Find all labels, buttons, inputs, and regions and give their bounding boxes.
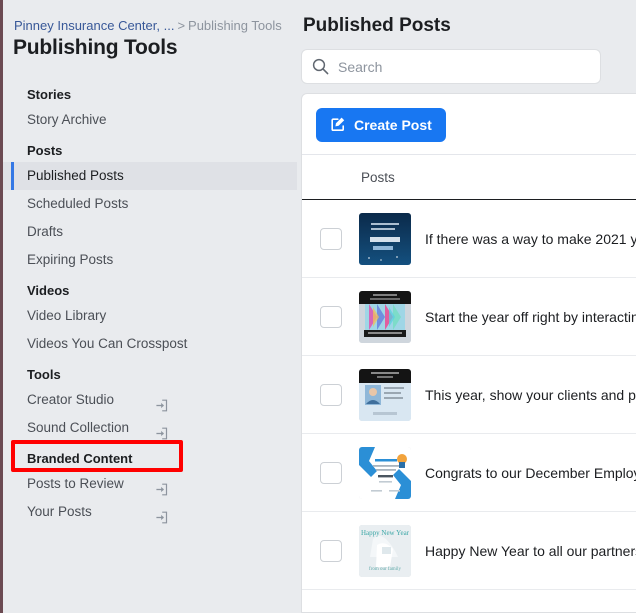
post-select-checkbox[interactable]: [320, 461, 342, 484]
external-link-icon: [155, 478, 168, 495]
sidebar-section-title: Posts: [27, 143, 63, 158]
post-row[interactable]: Congrats to our December Employee: [302, 434, 636, 512]
sidebar-item-label: Expiring Posts: [27, 252, 114, 267]
column-header-posts: Posts: [361, 169, 395, 185]
breadcrumb-parent-link[interactable]: Pinney Insurance Center, ...: [14, 18, 174, 33]
post-select-checkbox[interactable]: [320, 383, 342, 406]
sidebar-item-video-library[interactable]: Video Library: [3, 302, 297, 330]
post-row[interactable]: This year, show your clients and pros: [302, 356, 636, 434]
external-link-icon: [155, 422, 168, 439]
left-nav-panel: Pinney Insurance Center, ... > Publishing …: [3, 0, 297, 613]
compose-icon: [330, 116, 346, 135]
sidebar-item-your-posts[interactable]: Your Posts: [3, 498, 297, 526]
sidebar-item-label: Video Library: [27, 308, 107, 323]
post-text: Start the year off right by interacting: [425, 308, 636, 325]
post-text: Happy New Year to all our partners a: [425, 542, 636, 559]
post-thumbnail: [359, 290, 411, 343]
posts-list: If there was a way to make 2021 you Start…: [302, 200, 636, 590]
sidebar-item-label: Drafts: [27, 224, 64, 239]
sidebar-item-posts-to-review[interactable]: Posts to Review: [3, 470, 297, 498]
sidebar-item-sound-collection[interactable]: Sound Collection: [3, 414, 297, 442]
sidebar-item-label: Published Posts: [27, 168, 124, 183]
sidebar-item-label: Posts to Review: [27, 476, 124, 491]
breadcrumb-current: Publishing Tools: [188, 18, 282, 33]
sidebar-item-label: Sound Collection: [27, 420, 130, 435]
post-text: Congrats to our December Employee: [425, 464, 636, 481]
external-link-icon: [155, 506, 168, 523]
post-select-checkbox[interactable]: [320, 305, 342, 328]
sidebar-section-title: Videos: [27, 283, 70, 298]
card-toolbar: Create Post: [302, 94, 636, 154]
sidebar-item-label: Story Archive: [27, 112, 107, 127]
sidebar-item-label: Your Posts: [27, 504, 92, 519]
post-row[interactable]: If there was a way to make 2021 you: [302, 200, 636, 278]
breadcrumb: Pinney Insurance Center, ... > Publishing …: [14, 18, 282, 34]
search-bar[interactable]: [301, 49, 601, 84]
post-select-checkbox[interactable]: [320, 227, 342, 250]
post-text: If there was a way to make 2021 you: [425, 230, 636, 247]
breadcrumb-separator: >: [177, 18, 186, 33]
sidebar-item-published-posts[interactable]: Published Posts: [3, 162, 297, 190]
window-left-edge: [0, 0, 3, 613]
sidebar-item-drafts[interactable]: Drafts: [3, 218, 297, 246]
svg-text:Happy New Year: Happy New Year: [361, 529, 410, 537]
create-post-label: Create Post: [354, 117, 432, 133]
sidebar-item-label: Creator Studio: [27, 392, 115, 407]
sidebar-item-expiring-posts[interactable]: Expiring Posts: [3, 246, 297, 274]
sidebar-item-scheduled-posts[interactable]: Scheduled Posts: [3, 190, 297, 218]
publishing-tools-screen: Pinney Insurance Center, ... > Publishing …: [0, 0, 636, 613]
sidebar-section-title: Stories: [27, 87, 72, 102]
post-thumbnail: [359, 368, 411, 421]
post-row[interactable]: Start the year off right by interacting: [302, 278, 636, 356]
sidebar-item-story-archive[interactable]: Story Archive: [3, 106, 297, 134]
sidebar-section-title: Tools: [27, 367, 61, 382]
published-posts-panel: Published Posts Search Create Post Posts…: [297, 0, 636, 613]
sidebar-section-title: Branded Content: [27, 451, 133, 466]
post-thumbnail: [359, 212, 411, 265]
post-row[interactable]: Happy New Year from our family Happy New Y…: [302, 512, 636, 590]
post-select-checkbox[interactable]: [320, 539, 342, 562]
svg-text:from our family: from our family: [369, 567, 401, 572]
search-icon: [302, 58, 338, 75]
sidebar-item-label: Scheduled Posts: [27, 196, 129, 211]
sidebar-item-label: Videos You Can Crosspost: [27, 336, 188, 351]
page-title: Publishing Tools: [13, 36, 178, 59]
panel-title: Published Posts: [303, 15, 451, 36]
post-thumbnail: [359, 446, 411, 499]
post-text: This year, show your clients and pros: [425, 386, 636, 403]
sidebar-item-videos-you-can-crosspost[interactable]: Videos You Can Crosspost: [3, 330, 297, 358]
posts-table-header: Posts: [302, 154, 636, 200]
create-post-button[interactable]: Create Post: [316, 108, 446, 142]
posts-card: Create Post Posts If there was a way to …: [301, 93, 636, 613]
sidebar-item-creator-studio[interactable]: Creator Studio: [3, 386, 297, 414]
external-link-icon: [155, 394, 168, 411]
post-thumbnail: Happy New Year from our family: [359, 524, 411, 577]
sidebar-nav: Stories Story Archive Posts Published Posts…: [3, 84, 297, 526]
search-input[interactable]: [338, 50, 600, 83]
